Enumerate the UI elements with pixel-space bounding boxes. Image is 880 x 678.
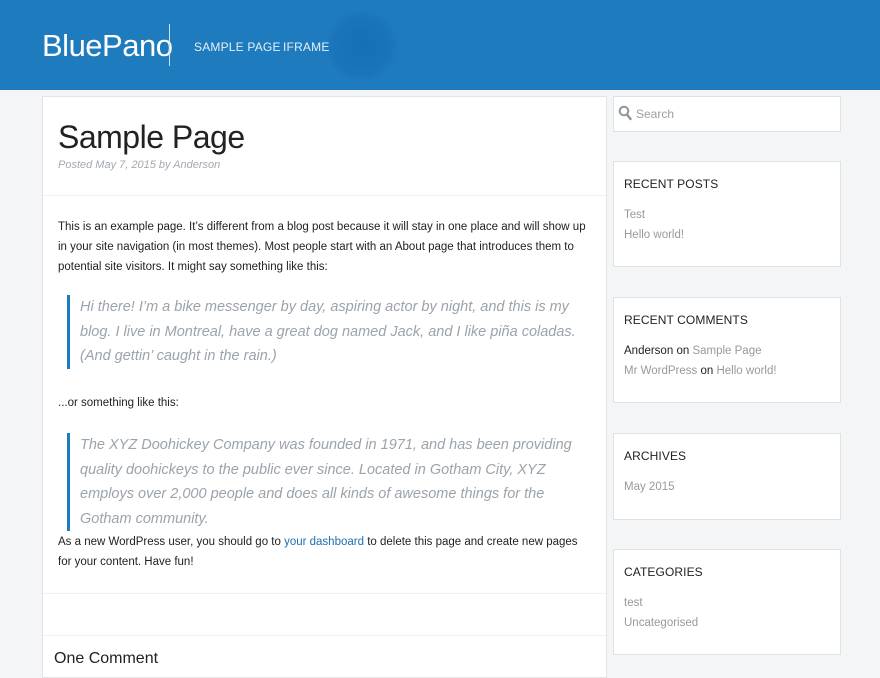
blockquote-bike-messenger: Hi there! I’m a bike messenger by day, a…: [67, 295, 590, 369]
divider: [43, 635, 606, 636]
recent-comment-item: Mr WordPress on Hello world!: [624, 362, 777, 382]
comment-on-text: on: [700, 364, 714, 377]
widget-archives: Archives May 2015: [613, 433, 841, 520]
archives-list: May 2015: [624, 478, 675, 498]
header-divider: [169, 24, 170, 66]
categories-list: test Uncategorised: [624, 594, 698, 633]
comment-on-text: on: [676, 345, 690, 357]
widget-title: Recent Comments: [624, 313, 748, 327]
paragraph-dashboard-before: As a new WordPress user, you should go t…: [58, 536, 285, 548]
paragraph-or-something: ...or something like this:: [58, 397, 179, 409]
paragraph-intro: This is an example page. It’s different …: [58, 221, 586, 273]
main-content: Sample Page Posted May 7, 2015 by Anders…: [42, 96, 607, 678]
divider: [43, 593, 606, 594]
dashboard-link[interactable]: your dashboard: [284, 536, 364, 548]
site-header: BluePano Sample Page iFrame: [0, 0, 880, 90]
widget-recent-posts: Recent Posts Test Hello world!: [613, 161, 841, 267]
recent-post-link[interactable]: Hello world!: [624, 226, 684, 246]
comments-title: One Comment: [54, 650, 159, 667]
category-link[interactable]: Uncategorised: [624, 614, 698, 634]
comment-author-link[interactable]: Mr WordPress: [624, 365, 697, 377]
widget-title: Archives: [624, 449, 687, 463]
recent-comments-list: Anderson on Sample Page Mr WordPress on …: [624, 342, 777, 381]
divider: [43, 195, 606, 196]
comment-target-link[interactable]: Hello world!: [716, 365, 776, 377]
search-icon: [618, 105, 632, 121]
recent-post-link[interactable]: Test: [624, 206, 684, 226]
comment-target-link[interactable]: Sample Page: [692, 345, 761, 357]
comment-author-link[interactable]: Anderson: [624, 345, 673, 357]
site-title[interactable]: BluePano: [42, 28, 173, 64]
widget-title: Categories: [624, 565, 703, 579]
archive-link[interactable]: May 2015: [624, 478, 675, 498]
blockquote-xyz-company: The XYZ Doohickey Company was founded in…: [67, 433, 590, 531]
nav-item-iframe[interactable]: iFrame: [283, 40, 330, 54]
widget-title: Recent Posts: [624, 177, 719, 191]
category-link[interactable]: test: [624, 594, 698, 614]
post-meta: Posted May 7, 2015 by Anderson: [58, 159, 221, 171]
paragraph-dashboard: As a new WordPress user, you should go t…: [58, 532, 593, 572]
header-glow-decoration: [326, 10, 398, 82]
recent-posts-list: Test Hello world!: [624, 206, 684, 245]
widget-categories: Categories test Uncategorised: [613, 549, 841, 655]
recent-comment-item: Anderson on Sample Page: [624, 342, 777, 362]
search-box[interactable]: [613, 96, 841, 132]
nav-item-sample-page[interactable]: Sample Page: [194, 40, 281, 54]
widget-recent-comments: Recent Comments Anderson on Sample Page …: [613, 297, 841, 403]
search-input[interactable]: [634, 106, 838, 122]
page-title: Sample Page: [58, 119, 245, 155]
